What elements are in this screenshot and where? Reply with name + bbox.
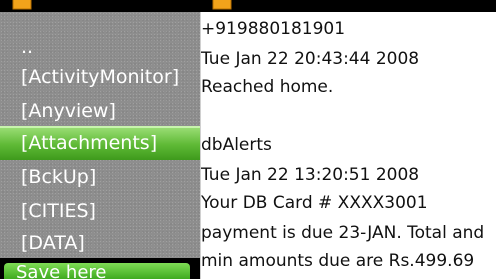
save-here-button[interactable]: Save here <box>4 263 190 279</box>
dir-item-bckup[interactable]: [BckUp] <box>0 160 200 194</box>
message-body: payment is due 23-JAN. Total and <box>201 223 485 243</box>
message-body: Your DB Card # XXXX3001 <box>201 193 428 213</box>
folder-icon <box>12 0 32 10</box>
message-view[interactable]: +919880181901 Tue Jan 22 20:43:44 2008 R… <box>200 12 496 279</box>
dir-item-cities[interactable]: [CITIES] <box>0 194 200 228</box>
message-sender: +919880181901 <box>201 19 346 39</box>
message-timestamp: Tue Jan 22 13:20:51 2008 <box>201 165 420 185</box>
message-body: min amounts due are Rs.499.69 <box>201 251 475 271</box>
message-timestamp: Tue Jan 22 20:43:44 2008 <box>201 49 420 69</box>
status-strip <box>0 0 496 12</box>
message-body: Reached home. <box>201 77 334 97</box>
dir-item-activitymonitor[interactable]: [ActivityMonitor] <box>0 60 200 94</box>
file-browser-pane[interactable]: .. [ActivityMonitor] [Anyview] [Attachme… <box>0 12 200 258</box>
folder-icon <box>212 0 232 10</box>
dir-item-parent[interactable]: .. <box>0 30 200 64</box>
dir-item-data[interactable]: [DATA] <box>0 226 200 258</box>
message-sender: dbAlerts <box>201 135 272 155</box>
softkey-bar: Save here <box>0 258 200 279</box>
dir-item-attachments[interactable]: [Attachments] <box>0 126 200 160</box>
dir-item-anyview[interactable]: [Anyview] <box>0 94 200 128</box>
